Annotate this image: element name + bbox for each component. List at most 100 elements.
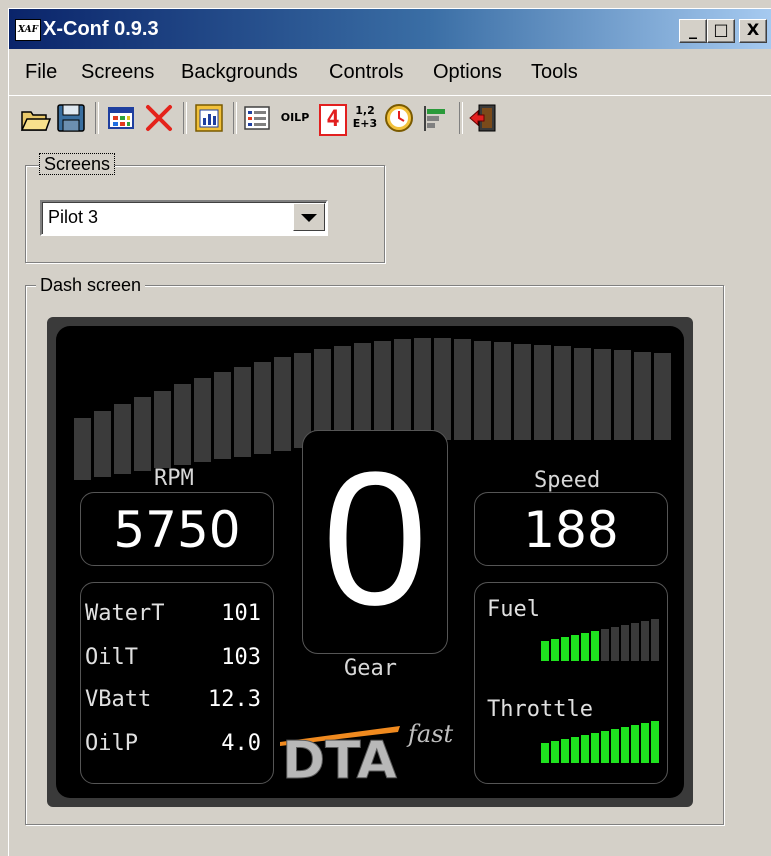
rpm-bar-segment xyxy=(154,390,171,469)
close-icon: X xyxy=(746,20,760,39)
delete-icon[interactable] xyxy=(143,102,175,134)
throttle-label: Throttle xyxy=(487,697,593,722)
bar-segment xyxy=(591,733,599,763)
menu-file[interactable]: File xyxy=(25,61,57,83)
rpm-bar-segment xyxy=(354,343,371,440)
maximize-icon: □ xyxy=(713,20,729,39)
toolbar-separator xyxy=(233,102,237,134)
bar-segment xyxy=(561,739,569,763)
row-name: VBatt xyxy=(85,687,152,712)
close-button[interactable]: X xyxy=(739,19,767,43)
screen-grid-icon[interactable] xyxy=(105,102,137,134)
rpm-bar-segment xyxy=(594,349,611,440)
bar-segment xyxy=(651,721,659,763)
bar-segment xyxy=(551,639,559,661)
toolbar: OILP 4 1,2 E+3 xyxy=(9,95,771,146)
speed-box: 188 xyxy=(474,492,668,566)
screen-select-value: Pilot 3 xyxy=(48,207,99,227)
gear-value: 0 xyxy=(322,433,428,645)
sensor-panel: WaterT 101 OilT 103 VBatt 12.3 OilP 4.0 xyxy=(80,582,274,784)
clock-icon[interactable] xyxy=(383,102,415,134)
oilp-icon[interactable]: OILP xyxy=(279,102,311,134)
screen-select[interactable]: Pilot 3 xyxy=(40,200,328,236)
exit-icon[interactable] xyxy=(467,102,499,134)
rpm-bar-segment xyxy=(194,378,211,463)
rpm-bar-segment xyxy=(554,346,571,440)
row-name: OilT xyxy=(85,645,138,670)
fuel-label: Fuel xyxy=(487,597,540,622)
dta-logo-graphic: DTA fast xyxy=(280,720,454,792)
numbers-icon[interactable]: 1,2 E+3 xyxy=(349,102,381,134)
speed-label: Speed xyxy=(534,468,601,493)
bars-icon[interactable] xyxy=(419,102,451,134)
row-value: 12.3 xyxy=(208,687,261,712)
bar-segment xyxy=(581,633,589,661)
menu-tools[interactable]: Tools xyxy=(531,61,578,83)
bar-segment xyxy=(641,723,649,763)
app-icon: XAF xyxy=(15,19,41,41)
rpm-bar-segment xyxy=(214,372,231,460)
toolbar-separator xyxy=(459,102,463,134)
numbers-bottom: E+3 xyxy=(352,117,378,130)
rpm-bar-segment xyxy=(234,366,251,457)
bar-segment xyxy=(541,641,549,661)
open-icon[interactable] xyxy=(19,102,51,134)
layout-icon[interactable] xyxy=(193,102,225,134)
logo-sub: fast xyxy=(406,720,454,748)
title-bar[interactable]: XAF X-Conf 0.9.3 _ □ X xyxy=(9,9,771,49)
rpm-bar-segment xyxy=(74,418,91,480)
bar-segment xyxy=(601,731,609,763)
toolbar-separator xyxy=(183,102,187,134)
menu-options[interactable]: Options xyxy=(433,61,502,83)
rpm-bar-segment xyxy=(454,339,471,440)
bar-segment xyxy=(541,743,549,763)
bar-segment xyxy=(551,741,559,763)
bar-segment xyxy=(591,631,599,661)
rpm-bar-segment xyxy=(274,357,291,451)
rpm-bar-segment xyxy=(394,339,411,440)
row-value: 103 xyxy=(221,645,261,670)
rpm-bar-segment xyxy=(434,338,451,440)
bar-segment xyxy=(621,625,629,661)
window-title: X-Conf 0.9.3 xyxy=(43,18,159,40)
list-icon[interactable] xyxy=(241,102,273,134)
chevron-down-icon[interactable] xyxy=(293,203,325,231)
row-value: 4.0 xyxy=(221,731,261,756)
bar-segment xyxy=(601,629,609,661)
bar-segment xyxy=(571,635,579,661)
rpm-bar-segment xyxy=(174,384,191,466)
menu-bar: File Screens Backgrounds Controls Option… xyxy=(9,51,771,91)
digit-label: 4 xyxy=(319,104,347,136)
gear-box: 0 xyxy=(302,430,448,654)
bar-segment xyxy=(631,623,639,661)
menu-controls[interactable]: Controls xyxy=(329,61,403,83)
screens-group-label: Screens xyxy=(38,153,116,175)
bar-segment xyxy=(561,637,569,661)
rpm-bar-segment xyxy=(654,353,671,440)
digit-icon[interactable]: 4 xyxy=(315,102,347,136)
minimize-button[interactable]: _ xyxy=(679,19,707,43)
rpm-bar-segment xyxy=(94,411,111,478)
rpm-bar-segment xyxy=(494,342,511,440)
screens-group: Screens Pilot 3 xyxy=(25,153,385,263)
menu-screens[interactable]: Screens xyxy=(81,61,154,83)
row-value: 101 xyxy=(221,601,261,626)
maximize-button[interactable]: □ xyxy=(707,19,735,43)
bar-segment xyxy=(651,619,659,661)
bar-segment xyxy=(611,729,619,763)
bar-segment xyxy=(641,621,649,661)
rpm-value: 5750 xyxy=(113,501,241,559)
rpm-bar-segment xyxy=(114,404,131,475)
save-icon[interactable] xyxy=(55,102,87,134)
toolbar-separator xyxy=(95,102,99,134)
rpm-bar-segment xyxy=(634,351,651,440)
rpm-label: RPM xyxy=(154,466,194,491)
rpm-bar-segment xyxy=(254,361,271,454)
rpm-bar-segment xyxy=(134,397,151,472)
rpm-bar-segment xyxy=(334,345,351,442)
menu-backgrounds[interactable]: Backgrounds xyxy=(181,61,298,83)
rpm-bar-segment xyxy=(374,340,391,440)
speed-value: 188 xyxy=(523,501,619,559)
dash-screen: RPM 5750 0 Gear Speed 188 WaterT 101 Oil… xyxy=(56,326,684,798)
dash-screen-group-label: Dash screen xyxy=(36,275,146,295)
